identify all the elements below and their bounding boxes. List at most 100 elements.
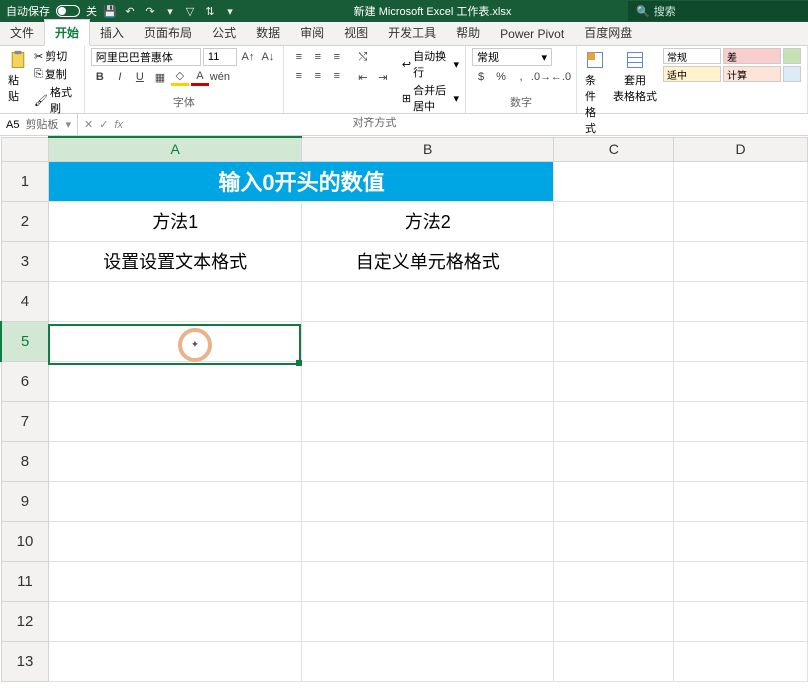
cell-b3[interactable]: 自定义单元格格式 bbox=[301, 241, 554, 281]
align-right[interactable]: ≡ bbox=[328, 67, 346, 85]
increase-decimal[interactable]: .0→ bbox=[532, 68, 550, 86]
copy-button[interactable]: ⎘复制 bbox=[34, 66, 78, 82]
underline-button[interactable]: U bbox=[131, 68, 149, 86]
group-alignment: ≡ ≡ ≡ ≡ ≡ ≡ ⤭ ⇤ ⇥ ↩自动换行▾ ⊞合并后居中▾ 对齐方式 bbox=[284, 46, 466, 113]
row-header[interactable]: 12 bbox=[1, 601, 49, 641]
tab-Power Pivot[interactable]: Power Pivot bbox=[490, 23, 574, 45]
row-header[interactable]: 13 bbox=[1, 641, 49, 681]
conditional-format-button[interactable]: 条件格式 bbox=[583, 48, 607, 138]
name-box[interactable]: A5▾ bbox=[0, 114, 78, 135]
row-header[interactable]: 3 bbox=[1, 241, 49, 281]
enter-icon[interactable]: ✓ bbox=[99, 118, 108, 131]
group-number: 常规▾ $ % , .0→ ←.0 数字 bbox=[466, 46, 577, 113]
row-header[interactable]: 9 bbox=[1, 481, 49, 521]
cell-a5[interactable] bbox=[49, 321, 302, 361]
cut-button[interactable]: ✂剪切 bbox=[34, 48, 78, 64]
row-header[interactable]: 8 bbox=[1, 441, 49, 481]
border-button[interactable]: ▦ bbox=[151, 68, 169, 86]
cell-merged-title[interactable]: 输入0开头的数值 bbox=[49, 161, 554, 201]
align-top-left[interactable]: ≡ bbox=[290, 48, 308, 66]
qat-dropdown-icon[interactable]: ▾ bbox=[163, 4, 177, 18]
undo-icon[interactable]: ↶ bbox=[123, 4, 137, 18]
increase-font-icon[interactable]: A↑ bbox=[239, 48, 257, 66]
style-neutral[interactable]: 适中 bbox=[663, 66, 721, 82]
accounting-button[interactable]: $ bbox=[472, 68, 490, 86]
align-left[interactable]: ≡ bbox=[290, 67, 308, 85]
group-clipboard: 粘贴 ✂剪切 ⎘复制 🖌格式刷 剪贴板 bbox=[0, 46, 85, 113]
sort-icon[interactable]: ⇅ bbox=[203, 4, 217, 18]
style-normal[interactable]: 常规 bbox=[663, 48, 721, 64]
qat-more-icon[interactable]: ▾ bbox=[223, 4, 237, 18]
italic-button[interactable]: I bbox=[111, 68, 129, 86]
align-top-center[interactable]: ≡ bbox=[309, 48, 327, 66]
row-header[interactable]: 1 bbox=[1, 161, 49, 201]
font-color-button[interactable]: A bbox=[191, 68, 209, 86]
cell-a3[interactable]: 设置设置文本格式 bbox=[49, 241, 302, 281]
redo-icon[interactable]: ↷ bbox=[143, 4, 157, 18]
row-header[interactable]: 7 bbox=[1, 401, 49, 441]
row-header[interactable]: 4 bbox=[1, 281, 49, 321]
decrease-indent[interactable]: ⇤ bbox=[354, 68, 372, 86]
comma-button[interactable]: , bbox=[512, 68, 530, 86]
col-header-d[interactable]: D bbox=[674, 137, 808, 161]
tab-公式[interactable]: 公式 bbox=[202, 20, 246, 45]
row-header[interactable]: 11 bbox=[1, 561, 49, 601]
style-check-partial[interactable] bbox=[783, 66, 801, 82]
style-good-partial[interactable] bbox=[783, 48, 801, 64]
increase-indent[interactable]: ⇥ bbox=[374, 68, 392, 86]
align-center[interactable]: ≡ bbox=[309, 67, 327, 85]
paste-button[interactable]: 粘贴 bbox=[6, 48, 30, 106]
style-calc[interactable]: 计算 bbox=[723, 66, 781, 82]
font-name-combo[interactable]: 阿里巴巴普惠体 bbox=[91, 48, 201, 66]
wrap-text-button[interactable]: ↩自动换行▾ bbox=[402, 48, 459, 80]
cell-b2[interactable]: 方法2 bbox=[301, 201, 554, 241]
ribbon: 粘贴 ✂剪切 ⎘复制 🖌格式刷 剪贴板 阿里巴巴普惠体 11 A↑ A↓ B bbox=[0, 46, 808, 114]
tab-文件[interactable]: 文件 bbox=[0, 20, 44, 45]
merge-center-button[interactable]: ⊞合并后居中▾ bbox=[402, 82, 459, 114]
tab-开始[interactable]: 开始 bbox=[44, 19, 90, 46]
number-format-combo[interactable]: 常规▾ bbox=[472, 48, 552, 66]
tab-审阅[interactable]: 审阅 bbox=[290, 20, 334, 45]
save-icon[interactable]: 💾 bbox=[103, 4, 117, 18]
spreadsheet-grid[interactable]: A B C D 1输入0开头的数值 2方法1方法2 3设置设置文本格式自定义单元… bbox=[0, 136, 808, 691]
row-header[interactable]: 2 bbox=[1, 201, 49, 241]
tab-页面布局[interactable]: 页面布局 bbox=[134, 20, 202, 45]
col-header-a[interactable]: A bbox=[49, 137, 302, 161]
tab-视图[interactable]: 视图 bbox=[334, 20, 378, 45]
decrease-decimal[interactable]: ←.0 bbox=[552, 68, 570, 86]
autosave-off: 关 bbox=[86, 3, 97, 19]
format-as-table-button[interactable]: 套用 表格格式 bbox=[611, 48, 659, 106]
tab-插入[interactable]: 插入 bbox=[90, 20, 134, 45]
select-all-corner[interactable] bbox=[1, 137, 49, 161]
chevron-down-icon: ▾ bbox=[65, 118, 71, 131]
row-header[interactable]: 6 bbox=[1, 361, 49, 401]
align-top-right[interactable]: ≡ bbox=[328, 48, 346, 66]
cell-a2[interactable]: 方法1 bbox=[49, 201, 302, 241]
tab-帮助[interactable]: 帮助 bbox=[446, 20, 490, 45]
autosave-label: 自动保存 bbox=[6, 3, 50, 19]
document-title: 新建 Microsoft Excel 工作表.xlsx bbox=[237, 3, 628, 19]
decrease-font-icon[interactable]: A↓ bbox=[259, 48, 277, 66]
search-box[interactable]: 🔍 搜索 bbox=[628, 1, 808, 21]
filter-icon[interactable]: ▽ bbox=[183, 4, 197, 18]
tab-数据[interactable]: 数据 bbox=[246, 20, 290, 45]
row-header[interactable]: 10 bbox=[1, 521, 49, 561]
fx-icon[interactable]: fx bbox=[114, 119, 123, 131]
percent-button[interactable]: % bbox=[492, 68, 510, 86]
style-bad[interactable]: 差 bbox=[723, 48, 781, 64]
tab-百度网盘[interactable]: 百度网盘 bbox=[574, 20, 642, 45]
font-size-combo[interactable]: 11 bbox=[203, 48, 237, 66]
cancel-icon[interactable]: ✕ bbox=[84, 118, 93, 131]
tab-开发工具[interactable]: 开发工具 bbox=[378, 20, 446, 45]
phonetic-button[interactable]: wén bbox=[211, 68, 229, 86]
fill-color-button[interactable]: ◇ bbox=[171, 68, 189, 86]
col-header-c[interactable]: C bbox=[554, 137, 674, 161]
scissors-icon: ✂ bbox=[34, 50, 43, 63]
orientation-button[interactable]: ⤭ bbox=[354, 48, 372, 66]
row-header[interactable]: 5 bbox=[1, 321, 49, 361]
bold-button[interactable]: B bbox=[91, 68, 109, 86]
col-header-b[interactable]: B bbox=[301, 137, 554, 161]
ribbon-tabs: 文件开始插入页面布局公式数据审阅视图开发工具帮助Power Pivot百度网盘 bbox=[0, 22, 808, 46]
autosave-toggle[interactable] bbox=[56, 5, 80, 17]
format-painter-button[interactable]: 🖌格式刷 bbox=[34, 84, 78, 116]
